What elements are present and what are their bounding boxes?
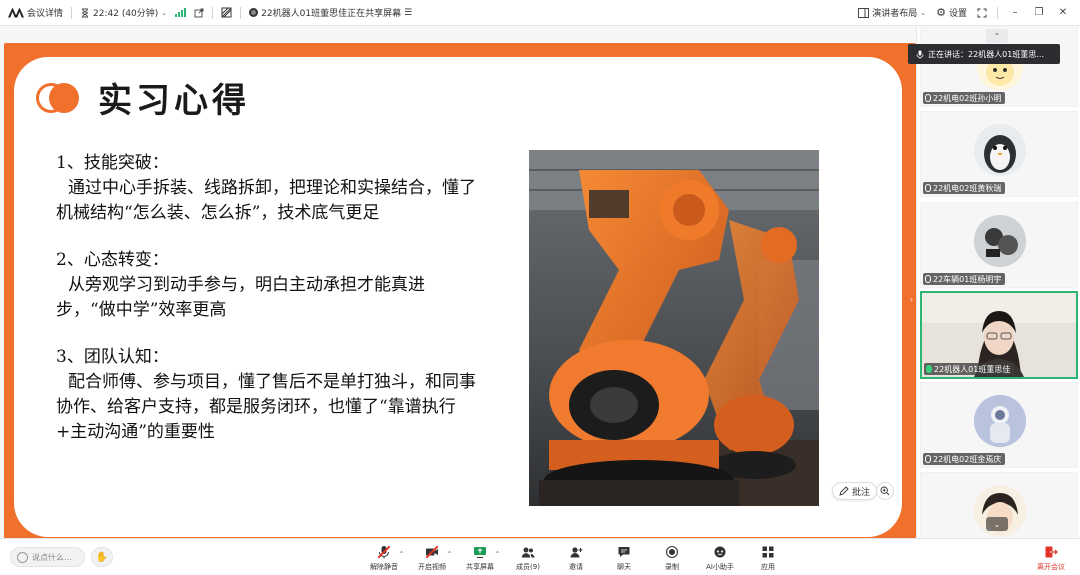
microphone-icon bbox=[925, 275, 931, 283]
members-button[interactable]: 成员(9) bbox=[504, 543, 552, 573]
chevron-down-icon: ⌄ bbox=[161, 8, 168, 17]
raise-hand-button[interactable]: ✋ bbox=[91, 547, 113, 567]
top-bar: 会议详情 22:42 (40分钟) ⌄ 22机器人01班董思佳正在共享屏幕 ☰ … bbox=[0, 0, 1080, 26]
annotate-button[interactable]: 批注 bbox=[832, 482, 878, 500]
camera-off-icon bbox=[425, 545, 439, 559]
hand-icon: ✋ bbox=[95, 551, 109, 563]
microphone-icon bbox=[925, 455, 931, 463]
avatar bbox=[974, 395, 1026, 447]
chat-icon bbox=[617, 545, 631, 559]
zoom-in-button[interactable] bbox=[876, 482, 894, 500]
avatar bbox=[974, 124, 1026, 176]
apps-button[interactable]: 应用 bbox=[744, 543, 792, 573]
record-icon bbox=[665, 545, 679, 559]
microphone-icon bbox=[925, 184, 931, 192]
minimize-window-icon[interactable]: – bbox=[1008, 7, 1022, 18]
slide-title-block: 实习心得 bbox=[36, 73, 250, 122]
restore-window-icon[interactable]: ❐ bbox=[1032, 7, 1046, 18]
slide-text: 1、技能突破： 通过中心手拆装、线路拆卸，把理论和实操结合，懂了机械结构“怎么装… bbox=[56, 151, 476, 467]
robot-arm-photo bbox=[529, 150, 819, 506]
mic-muted-icon bbox=[377, 545, 391, 559]
microphone-active-icon bbox=[926, 365, 932, 373]
participant-tile[interactable]: 22机电02班金焉庆 bbox=[920, 382, 1078, 468]
participant-tile[interactable]: 22车辆01班杨明宇 bbox=[920, 202, 1078, 288]
menu-lines-icon: ☰ bbox=[404, 7, 413, 18]
invite-button[interactable]: 邀请 bbox=[552, 543, 600, 573]
slide-title: 实习心得 bbox=[98, 81, 250, 121]
section-skill: 1、技能突破： 通过中心手拆装、线路拆卸，把理论和实操结合，懂了机械结构“怎么装… bbox=[56, 151, 476, 226]
screen-share-icon bbox=[473, 545, 487, 559]
avatar bbox=[974, 215, 1026, 267]
app-logo-icon bbox=[8, 8, 24, 18]
shared-screen-stage: 实习心得 1、技能突破： 通过中心手拆装、线路拆卸，把理论和实操结合，懂了机械结… bbox=[0, 27, 916, 567]
meeting-details-button[interactable]: 会议详情 bbox=[8, 6, 63, 19]
members-icon bbox=[521, 545, 535, 559]
section-body: 从旁观学习到动手参与，明白主动承担才能真进步，“做中学”效率更高 bbox=[56, 275, 425, 320]
chat-button[interactable]: 聊天 bbox=[600, 543, 648, 573]
quick-chat-input[interactable]: 说点什么... bbox=[10, 547, 85, 567]
sharing-status[interactable]: 22机器人01班董思佳正在共享屏幕 ☰ bbox=[249, 6, 412, 19]
participant-panel: 22机电02班孙小明 22机电02班黄秋瑞 22车辆01班杨明宇 22机器人01… bbox=[916, 27, 1080, 537]
panel-collapse-handle[interactable]: › bbox=[907, 288, 916, 310]
participant-name-tag: 22机器人01班董思佳 bbox=[924, 363, 1015, 375]
pen-icon bbox=[839, 486, 849, 496]
section-body: 配合师傅、参与项目，懂了售后不是单打独斗，和同事协作、给客户支持，都是服务闭环，… bbox=[56, 372, 476, 442]
network-signal-icon[interactable] bbox=[175, 8, 187, 17]
apps-icon bbox=[761, 545, 775, 559]
popout-icon[interactable] bbox=[194, 8, 204, 18]
scroll-down-icon[interactable]: ⌄ bbox=[986, 517, 1008, 531]
chevron-up-icon[interactable]: ^ bbox=[399, 551, 404, 558]
record-button[interactable]: 录制 bbox=[648, 543, 696, 573]
participant-name-tag: 22车辆01班杨明宇 bbox=[923, 273, 1006, 285]
slide-content-area: 实习心得 1、技能突破： 通过中心手拆装、线路拆卸，把理论和实操结合，懂了机械结… bbox=[14, 57, 902, 537]
section-body: 通过中心手拆装、线路拆卸，把理论和实操结合，懂了机械结构“怎么装、怎么拆”，技术… bbox=[56, 178, 476, 223]
invite-icon bbox=[569, 545, 583, 559]
presentation-slide: 实习心得 1、技能突破： 通过中心手拆装、线路拆卸，把理论和实操结合，懂了机械结… bbox=[4, 43, 916, 567]
zoom-icon bbox=[880, 486, 890, 496]
leave-meeting-button[interactable]: 离开会议 bbox=[1028, 543, 1074, 573]
close-window-icon[interactable]: ✕ bbox=[1056, 7, 1070, 18]
participant-name-tag: 22机电02班孙小明 bbox=[923, 92, 1006, 104]
section-team: 3、团队认知： 配合师傅、参与项目，懂了售后不是单打独斗，和同事协作、给客户支持… bbox=[56, 345, 476, 445]
gear-icon: ⚙ bbox=[936, 6, 946, 19]
chevron-up-icon[interactable]: ^ bbox=[447, 551, 452, 558]
chat-placeholder: 说点什么... bbox=[32, 552, 72, 562]
meeting-duration[interactable]: 22:42 (40分钟) ⌄ bbox=[80, 6, 167, 19]
fullscreen-icon[interactable] bbox=[977, 8, 987, 18]
chevron-up-icon[interactable]: ^ bbox=[495, 551, 500, 558]
chevron-down-icon: ⌄ bbox=[920, 8, 927, 17]
share-screen-button[interactable]: 共享屏幕 ^ bbox=[456, 543, 504, 573]
stop-annotation-icon[interactable] bbox=[221, 7, 232, 18]
microphone-icon bbox=[916, 50, 924, 59]
section-heading: 2、心态转变： bbox=[56, 250, 169, 270]
sharer-avatar-icon bbox=[249, 8, 259, 17]
speaking-indicator: 正在讲话：22机器人01班董思... bbox=[908, 44, 1060, 64]
emoji-icon[interactable] bbox=[17, 551, 28, 563]
presenter-layout-button[interactable]: 演讲者布局 ⌄ bbox=[858, 6, 926, 19]
participant-tile[interactable]: 22机电02班黄秋瑞 bbox=[920, 111, 1078, 197]
title-circles-icon bbox=[36, 82, 80, 113]
participant-tile-active[interactable]: 22机器人01班董思佳 bbox=[920, 291, 1078, 379]
settings-button[interactable]: ⚙ 设置 bbox=[936, 6, 967, 19]
ai-assistant-icon bbox=[713, 545, 727, 559]
bottom-toolbar: 说点什么... ✋ 解除静音 ^ 开启视频 ^ 共享屏幕 ^ 成员(9) 邀请 … bbox=[0, 538, 1080, 575]
microphone-icon bbox=[925, 94, 931, 102]
section-mindset: 2、心态转变： 从旁观学习到动手参与，明白主动承担才能真进步，“做中学”效率更高 bbox=[56, 248, 476, 323]
section-heading: 3、团队认知： bbox=[56, 347, 169, 367]
meeting-controls: 解除静音 ^ 开启视频 ^ 共享屏幕 ^ 成员(9) 邀请 聊天 录制 AI小助… bbox=[360, 543, 792, 573]
exit-icon bbox=[1044, 545, 1058, 559]
start-video-button[interactable]: 开启视频 ^ bbox=[408, 543, 456, 573]
ai-assistant-button[interactable]: AI小助手 bbox=[696, 543, 744, 573]
hourglass-icon bbox=[82, 8, 89, 17]
layout-icon bbox=[858, 7, 870, 18]
scroll-up-icon[interactable]: ⌃ bbox=[986, 29, 1008, 43]
unmute-button[interactable]: 解除静音 ^ bbox=[360, 543, 408, 573]
section-heading: 1、技能突破： bbox=[56, 153, 169, 173]
participant-name-tag: 22机电02班金焉庆 bbox=[923, 453, 1006, 465]
participant-name-tag: 22机电02班黄秋瑞 bbox=[923, 182, 1006, 194]
